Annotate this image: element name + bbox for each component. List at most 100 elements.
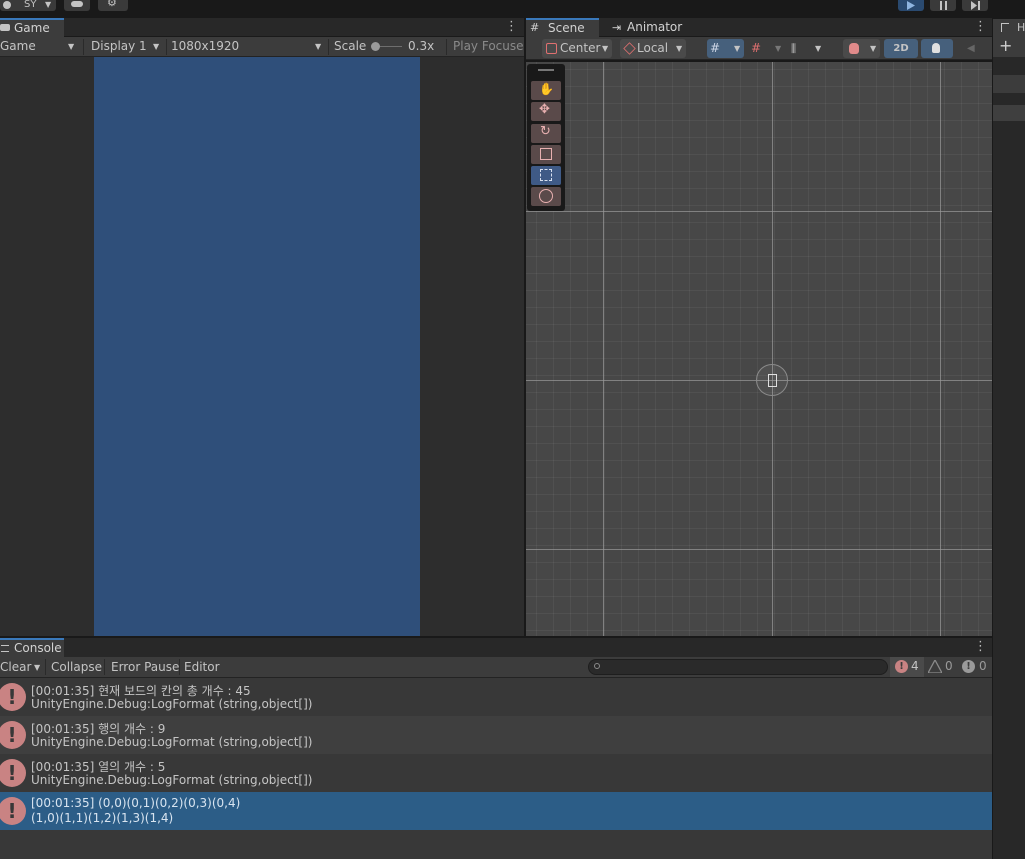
display-select[interactable]: Display 1 ▼ [91,37,165,56]
pivot-center-dropdown[interactable]: Center ▼ [542,39,612,58]
more-options-icon[interactable]: ⋮ [974,640,987,654]
move-tool-icon: ✥ [539,102,550,117]
warning-filter-toggle[interactable]: 0 [925,657,957,677]
cloud-button[interactable] [64,0,90,11]
cloud-icon [71,1,83,7]
more-options-icon[interactable]: ⋮ [505,20,518,34]
camera-gizmo-icon[interactable] [756,364,788,396]
game-canvas [94,57,420,636]
tab-console[interactable]: Console [0,638,64,657]
separator [328,39,329,55]
log-entry-selected[interactable]: ! [00:01:35] (0,0)(0,1)(0,2)(0,3)(0,4) (… [0,792,992,830]
mode-2d-button[interactable]: 2D [884,39,918,58]
tab-game[interactable]: Game [0,18,64,37]
grid-snapping-button[interactable]: # ▼ [707,39,744,58]
log-stacktrace: UnityEngine.Debug:LogFormat (string,obje… [31,735,313,749]
separator [83,39,84,55]
hierarchy-icon [1001,23,1009,32]
ruler-button[interactable]: ⫼ ▼ [788,39,825,58]
tab-animator-label: Animator [627,20,683,34]
ruler-icon: ⫼ [791,42,797,55]
search-input[interactable] [588,659,888,675]
play-focused-select[interactable]: Play Focuse [453,37,523,56]
separator [45,659,46,675]
chevron-down-icon: ▼ [734,44,741,53]
hand-tool-icon: ✋ [539,82,554,96]
grid-line [526,549,992,550]
error-icon: ! [0,759,26,787]
scene-tabbar: # Scene ⇥ Animator ⋮ [526,18,992,37]
log-entry[interactable]: ! [00:01:35] 현재 보드의 칸의 총 개수 : 45 UnityEn… [0,678,992,716]
account-label: SY [24,0,37,10]
chevron-down-icon: ▼ [315,42,322,51]
console-toolbar: Clear ▼ Collapse Error Pause Editor ▼ ! … [0,657,992,693]
move-tool-button[interactable]: ✥ [531,102,561,121]
error-pause-button[interactable]: Error Pause [111,657,179,677]
separator [166,39,167,55]
drag-handle[interactable] [538,69,554,71]
local-space-icon [623,42,636,55]
editor-dropdown[interactable]: Editor ▼ [184,657,228,693]
scene-view-toolbar: Center ▼ Local ▼ # ▼ # ▼ ⫼ ▼ ▼ 2D ◀ [526,37,992,60]
step-button[interactable] [962,0,988,11]
audio-button[interactable]: ◀ [959,39,985,58]
info-filter-toggle[interactable]: ! 0 [959,657,991,677]
gizmos-button[interactable]: ▼ [843,39,880,58]
chevron-down-icon: ▼ [153,42,160,51]
console-tabbar: Console ⋮ [0,638,992,657]
tab-scene-label: Scene [548,21,585,35]
increment-snap-button[interactable]: # ▼ [748,39,785,58]
light-bulb-icon [932,43,940,53]
hierarchy-row[interactable] [993,105,1025,121]
rotate-tool-button[interactable]: ↻ [531,124,561,143]
game-view-select-value: Game [0,39,36,53]
log-entry[interactable]: ! [00:01:35] 열의 개수 : 5 UnityEngine.Debug… [0,754,992,792]
separator [179,659,180,675]
pause-button[interactable] [930,0,956,11]
log-entry[interactable]: ! [00:01:35] 행의 개수 : 9 UnityEngine.Debug… [0,716,992,754]
clear-options-chevron-icon[interactable]: ▼ [34,658,40,678]
hierarchy-toolbar: + [993,36,1025,57]
tab-scene[interactable]: # Scene [526,18,599,37]
scale-slider-thumb[interactable] [371,42,380,51]
more-options-icon[interactable]: ⋮ [974,20,987,34]
audio-muted-icon: ◀ [967,43,975,54]
scale-label: Scale [334,39,367,53]
transform-tool-button[interactable] [531,187,561,206]
log-stacktrace: (1,0)(1,1)(1,2)(1,3)(1,4) [31,811,174,825]
scene-viewport[interactable] [526,62,992,636]
collapse-button[interactable]: Collapse [51,657,102,677]
space-local-dropdown[interactable]: Local ▼ [620,39,686,58]
lighting-button[interactable] [921,39,953,58]
chevron-down-icon: ▼ [870,44,877,53]
pause-icon [940,1,947,10]
info-icon: ! [962,660,975,673]
plus-icon[interactable]: + [999,36,1012,55]
info-count: 0 [979,659,987,673]
resolution-select[interactable]: 1080x1920 ▼ [171,37,327,56]
game-view-toolbar: Game ▼ Display 1 ▼ 1080x1920 ▼ Scale 0.3… [0,37,524,57]
grid-line [526,211,992,212]
hierarchy-row[interactable] [993,75,1025,93]
space-label: Local [637,41,669,55]
account-button[interactable]: SY ▼ [0,0,56,11]
scale-slider[interactable] [371,42,402,51]
error-count: 4 [911,659,919,673]
clear-button[interactable]: Clear [0,657,31,677]
hand-tool-button[interactable]: ✋ [531,81,561,100]
editor-dropdown-label: Editor [184,660,220,674]
play-icon [907,1,915,10]
error-filter-toggle[interactable]: ! 4 [890,657,924,677]
rect-tool-button[interactable] [531,166,561,185]
bug-icon [849,43,859,54]
chevron-down-icon: ▼ [676,44,683,53]
play-button[interactable] [898,0,924,11]
settings-button[interactable]: ⚙ [98,0,128,11]
scale-tool-button[interactable] [531,145,561,164]
hierarchy-panel-edge: H + [993,19,1025,859]
resolution-select-value: 1080x1920 [171,39,240,53]
tab-animator[interactable]: ⇥ Animator [608,18,696,37]
tab-hierarchy[interactable]: H [993,19,1025,37]
chevron-down-icon: ▼ [775,44,782,53]
game-view-select[interactable]: Game ▼ [0,37,80,56]
